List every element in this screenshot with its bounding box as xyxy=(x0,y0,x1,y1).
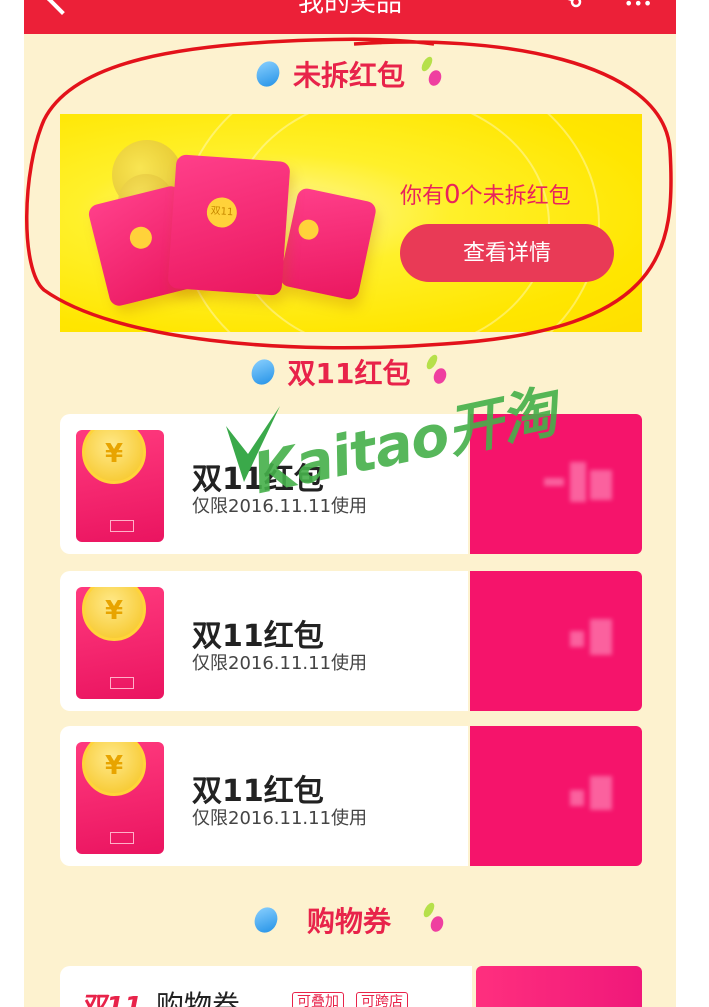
coupon-card[interactable]: ¥ 双11红包 仅限2016.11.11使用 xyxy=(60,571,468,711)
red-envelope-icon: ¥ xyxy=(76,430,164,542)
coupon-amount-panel[interactable] xyxy=(470,414,642,554)
unopened-section-header: 未拆红包 xyxy=(24,52,676,96)
coin-icon: ¥ xyxy=(82,587,146,641)
unopened-count-text: 你有0个未拆红包 xyxy=(400,178,571,210)
shopping-coupon-amount-panel[interactable] xyxy=(476,966,642,1007)
coin-icon: ¥ xyxy=(82,430,146,484)
msg-suffix: 个未拆红包 xyxy=(460,184,571,209)
cross-store-badge: 可跨店 xyxy=(356,992,408,1007)
coupon-amount-panel[interactable] xyxy=(470,571,642,711)
shopping-section-header: 购物券 xyxy=(24,898,676,942)
blue-candy-icon xyxy=(252,57,284,91)
candy-dots-icon xyxy=(424,353,449,390)
stackable-badge: 可叠加 xyxy=(292,992,344,1007)
double11-section-title: 双11红包 xyxy=(287,357,411,390)
app-screen: 我的奖品 ••• 未拆红包 双11 你有0个未拆红包 查看详情 双11红包 ¥ … xyxy=(24,0,676,1007)
coin-icon: ¥ xyxy=(82,742,146,796)
more-icon[interactable]: ••• xyxy=(624,0,652,13)
shopping-section-title: 购物券 xyxy=(306,905,391,938)
shopping-coupon-name: 购物券 xyxy=(156,989,241,1007)
unopened-section-title: 未拆红包 xyxy=(292,59,405,92)
red-envelope-icon: 双11 xyxy=(167,154,291,296)
shopping-coupon-card[interactable]: 双11 购物券 可叠加 可跨店 xyxy=(60,966,472,1007)
unopened-banner[interactable]: 双11 你有0个未拆红包 查看详情 xyxy=(60,114,642,332)
blue-candy-icon xyxy=(250,903,282,937)
coupon-amount-panel[interactable] xyxy=(470,726,642,866)
coupon-card[interactable]: ¥ 双11红包 仅限2016.11.11使用 xyxy=(60,726,468,866)
red-envelope-icon: ¥ xyxy=(76,587,164,699)
double11-section-header: 双11红包 xyxy=(24,350,676,394)
envelope-seal: 双11 xyxy=(205,196,238,229)
share-icon[interactable] xyxy=(548,0,582,14)
candy-dots-icon xyxy=(419,55,444,92)
coupon-validity: 仅限2016.11.11使用 xyxy=(192,496,368,517)
top-bar: 我的奖品 ••• xyxy=(24,0,676,34)
unopened-count: 0 xyxy=(444,180,461,210)
candy-dots-icon xyxy=(421,901,446,938)
coupon-card[interactable]: ¥ 双11红包 仅限2016.11.11使用 xyxy=(60,414,468,554)
coupon-validity: 仅限2016.11.11使用 xyxy=(192,808,368,829)
view-details-button[interactable]: 查看详情 xyxy=(400,224,614,282)
red-envelope-icon: ¥ xyxy=(76,742,164,854)
msg-prefix: 你有 xyxy=(400,184,445,209)
blue-candy-icon xyxy=(247,355,278,389)
coupon-validity: 仅限2016.11.11使用 xyxy=(192,653,368,674)
double11-logo: 双11 xyxy=(80,992,143,1007)
